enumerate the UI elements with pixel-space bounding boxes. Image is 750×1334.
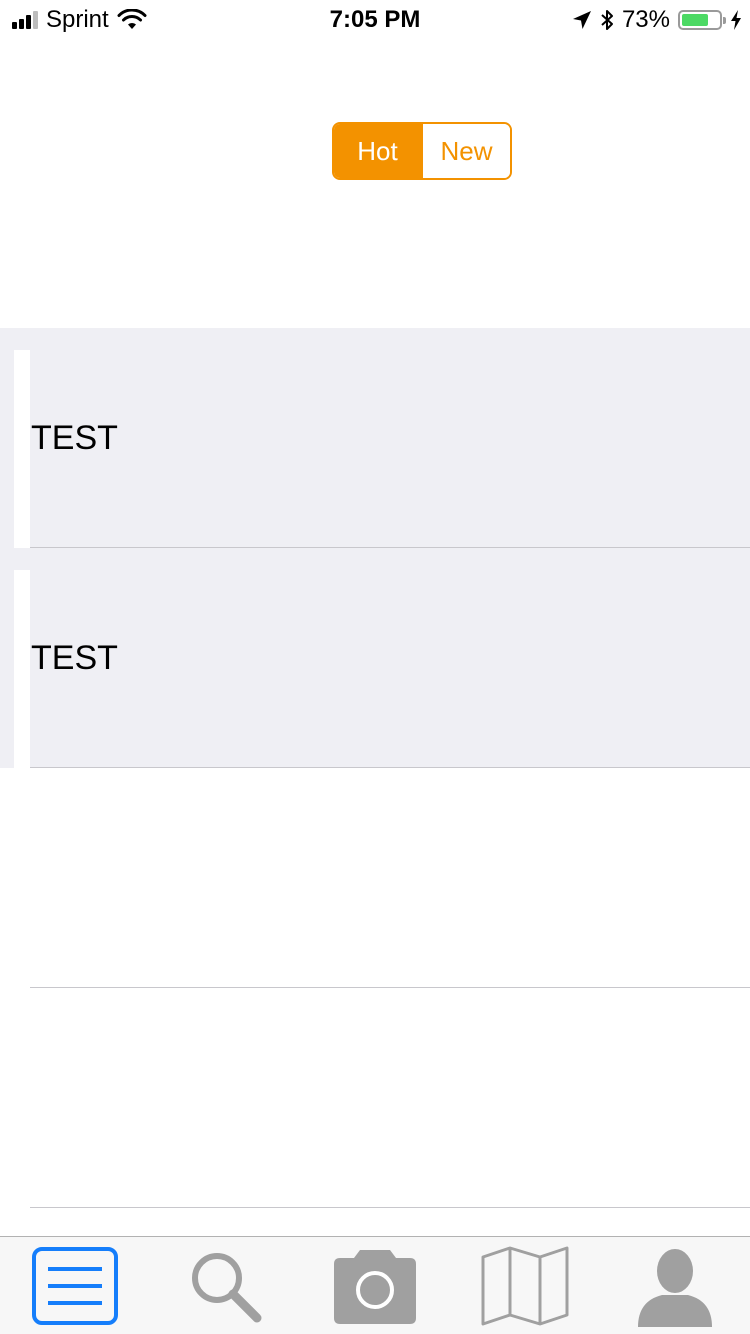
- profile-icon: [638, 1249, 712, 1327]
- search-icon: [192, 1253, 262, 1323]
- bluetooth-icon: [601, 10, 613, 30]
- battery-cap: [723, 17, 726, 24]
- row-title: TEST: [31, 639, 118, 677]
- tab-search[interactable]: [180, 1245, 270, 1327]
- empty-table-row: [0, 988, 750, 1208]
- tab-map[interactable]: [480, 1245, 570, 1327]
- tab-camera[interactable]: [330, 1245, 420, 1327]
- tab-bar: [0, 1236, 750, 1334]
- row-title: TEST: [31, 419, 118, 457]
- row-accent-bar: [14, 350, 30, 548]
- battery-level-fill: [682, 14, 709, 26]
- location-arrow-icon: [572, 11, 591, 29]
- battery-icon: [678, 10, 726, 30]
- row-separator: [30, 1207, 750, 1208]
- app-screen: Sprint 7:05 PM 73% Hot New TEST TEST: [0, 0, 750, 1334]
- hot-new-segmented-control: Hot New: [332, 122, 512, 180]
- empty-table-row: [0, 768, 750, 988]
- table-row[interactable]: TEST: [0, 548, 750, 768]
- map-icon: [481, 1246, 569, 1326]
- battery-percent: 73%: [621, 6, 670, 33]
- table-row[interactable]: TEST: [0, 328, 750, 548]
- segment-new[interactable]: New: [421, 124, 510, 178]
- feed-table: TEST TEST: [0, 328, 750, 1208]
- row-accent-bar: [14, 570, 30, 768]
- list-icon: [32, 1247, 118, 1325]
- status-bar: Sprint 7:05 PM 73%: [0, 0, 750, 40]
- camera-icon: [334, 1250, 416, 1324]
- tab-profile[interactable]: [630, 1245, 720, 1327]
- tab-feed[interactable]: [30, 1245, 120, 1327]
- segment-hot[interactable]: Hot: [334, 124, 421, 178]
- charging-bolt-icon: [731, 10, 741, 30]
- status-right: 73%: [572, 6, 742, 34]
